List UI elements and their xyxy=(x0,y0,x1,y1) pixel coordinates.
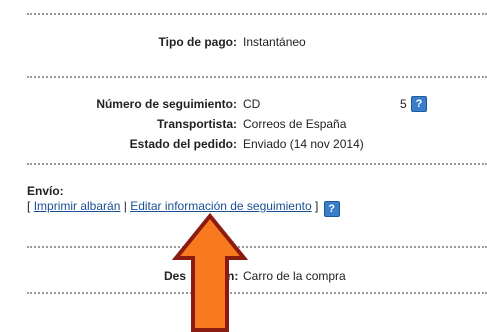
payment-type-value: Instantáneo xyxy=(243,35,306,49)
order-status-value: Enviado (14 nov 2014) xyxy=(243,137,364,151)
order-status-row: Estado del pedido: Enviado (14 nov 2014) xyxy=(0,136,487,152)
carrier-value: Correos de España xyxy=(243,117,347,131)
carrier-label: Transportista: xyxy=(156,117,237,131)
tracking-number-value: CD​ xyxy=(243,97,261,111)
separator-2 xyxy=(27,163,487,165)
separator-1 xyxy=(27,76,487,78)
description-value: Carro de la compra xyxy=(243,269,346,283)
payment-type-label: Tipo de pago: xyxy=(158,35,237,49)
separator-3 xyxy=(27,246,487,248)
tracking-number-row: Número de seguimiento: CD​ 5 ? xyxy=(0,96,487,112)
open-bracket: [ xyxy=(27,199,31,213)
order-status-label: Estado del pedido: xyxy=(129,137,237,151)
edit-tracking-info-link[interactable]: Editar información de seguimiento xyxy=(130,199,311,213)
shipping-help-icon[interactable]: ? xyxy=(323,201,340,217)
link-separator: | xyxy=(123,199,127,213)
tracking-number-value-end: 5 xyxy=(400,97,407,111)
up-arrow-annotation xyxy=(171,212,249,332)
carrier-row: Transportista: Correos de España xyxy=(0,116,487,132)
shipping-title: Envío: xyxy=(27,184,64,198)
print-packing-slip-link[interactable]: Imprimir albarán xyxy=(34,199,121,213)
separator-top xyxy=(27,13,487,15)
tracking-help-icon[interactable]: ? xyxy=(411,96,427,112)
separator-4 xyxy=(27,292,487,294)
tracking-number-label: Número de seguimiento: xyxy=(96,97,237,111)
close-bracket: ] xyxy=(314,199,319,213)
payment-type-row: Tipo de pago: Instantáneo xyxy=(0,34,487,50)
